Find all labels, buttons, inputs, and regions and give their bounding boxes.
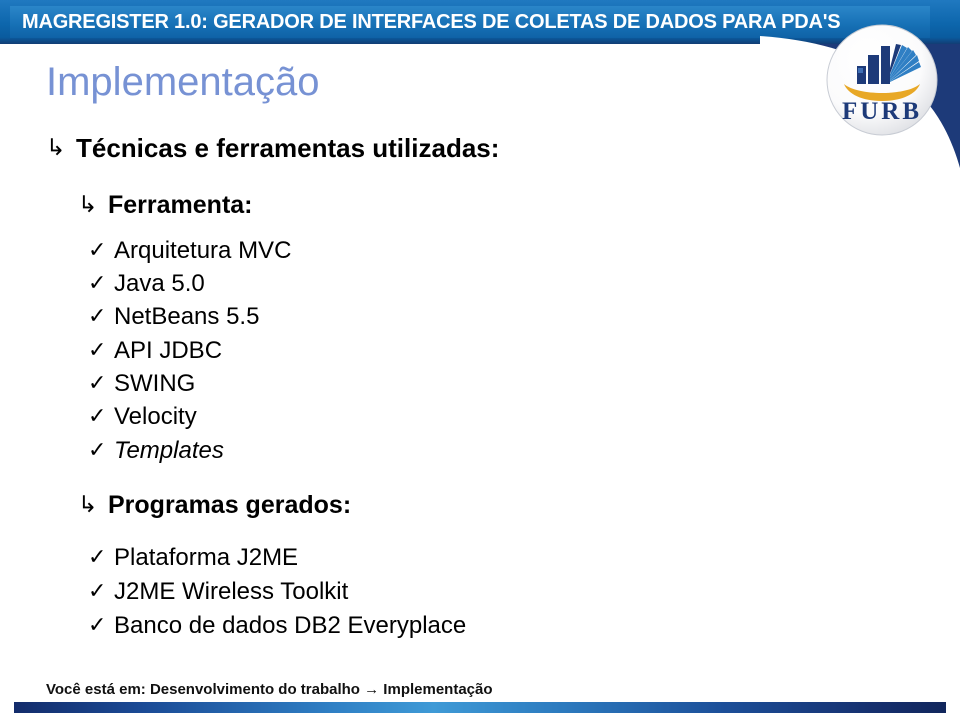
svg-text:FURB: FURB	[842, 98, 922, 125]
list-item-label: SWING	[114, 370, 196, 397]
check-icon: ✓	[88, 271, 107, 296]
header-title: MAGREGISTER 1.0: GERADOR DE INTERFACES D…	[22, 11, 841, 33]
check-icon: ✓	[88, 545, 107, 570]
section-generated-programs-label: Programas gerados:	[108, 491, 352, 519]
list-item-label: Banco de dados DB2 Everyplace	[114, 612, 467, 639]
arrow-bullet-icon: ↳	[46, 135, 66, 161]
check-icon: ✓	[88, 438, 107, 463]
list-item-label: Templates	[114, 437, 224, 464]
section-techniques-label: Técnicas e ferramentas utilizadas:	[76, 133, 500, 163]
section-techniques: ↳ Técnicas e ferramentas utilizadas:	[46, 133, 499, 163]
presentation-slide: MAGREGISTER 1.0: GERADOR DE INTERFACES D…	[0, 0, 960, 716]
list-item: ✓ Banco de dados DB2 Everyplace	[88, 611, 466, 641]
check-icon: ✓	[88, 613, 107, 638]
breadcrumb: Você está em: Desenvolvimento do trabalh…	[46, 681, 493, 698]
footer-accent-bar	[14, 702, 946, 713]
check-icon: ✓	[88, 304, 107, 329]
list-item: ✓ API JDBC	[88, 336, 222, 366]
header-band: MAGREGISTER 1.0: GERADOR DE INTERFACES D…	[0, 0, 960, 44]
list-item-label: Plataforma J2ME	[114, 544, 299, 571]
page-title: Implementação	[46, 60, 320, 104]
list-item: ✓ J2ME Wireless Toolkit	[88, 577, 348, 607]
arrow-bullet-icon: ↳	[78, 192, 98, 218]
check-icon: ✓	[88, 404, 107, 429]
list-item: ✓ SWING	[88, 369, 195, 399]
list-item-label: Java 5.0	[114, 270, 205, 297]
list-item-label: J2ME Wireless Toolkit	[114, 578, 349, 605]
list-item-label: NetBeans 5.5	[114, 303, 260, 330]
list-item-label: Velocity	[114, 403, 197, 430]
furb-logo: FURB	[824, 22, 940, 138]
list-item: ✓ Plataforma J2ME	[88, 543, 298, 573]
list-item: ✓ Java 5.0	[88, 269, 205, 299]
list-item: ✓ Arquitetura MVC	[88, 236, 291, 266]
check-icon: ✓	[88, 579, 107, 604]
list-item: ✓ NetBeans 5.5	[88, 302, 259, 332]
list-item-label: API JDBC	[114, 337, 223, 364]
check-icon: ✓	[88, 238, 107, 263]
list-item: ✓ Templates	[88, 436, 224, 466]
check-icon: ✓	[88, 338, 107, 363]
list-item: ✓ Velocity	[88, 402, 197, 432]
list-item-label: Arquitetura MVC	[114, 237, 292, 264]
section-tool: ↳ Ferramenta:	[78, 190, 253, 220]
section-tool-label: Ferramenta:	[108, 191, 253, 219]
section-generated-programs: ↳ Programas gerados:	[78, 490, 351, 520]
check-icon: ✓	[88, 371, 107, 396]
arrow-bullet-icon: ↳	[78, 492, 98, 518]
